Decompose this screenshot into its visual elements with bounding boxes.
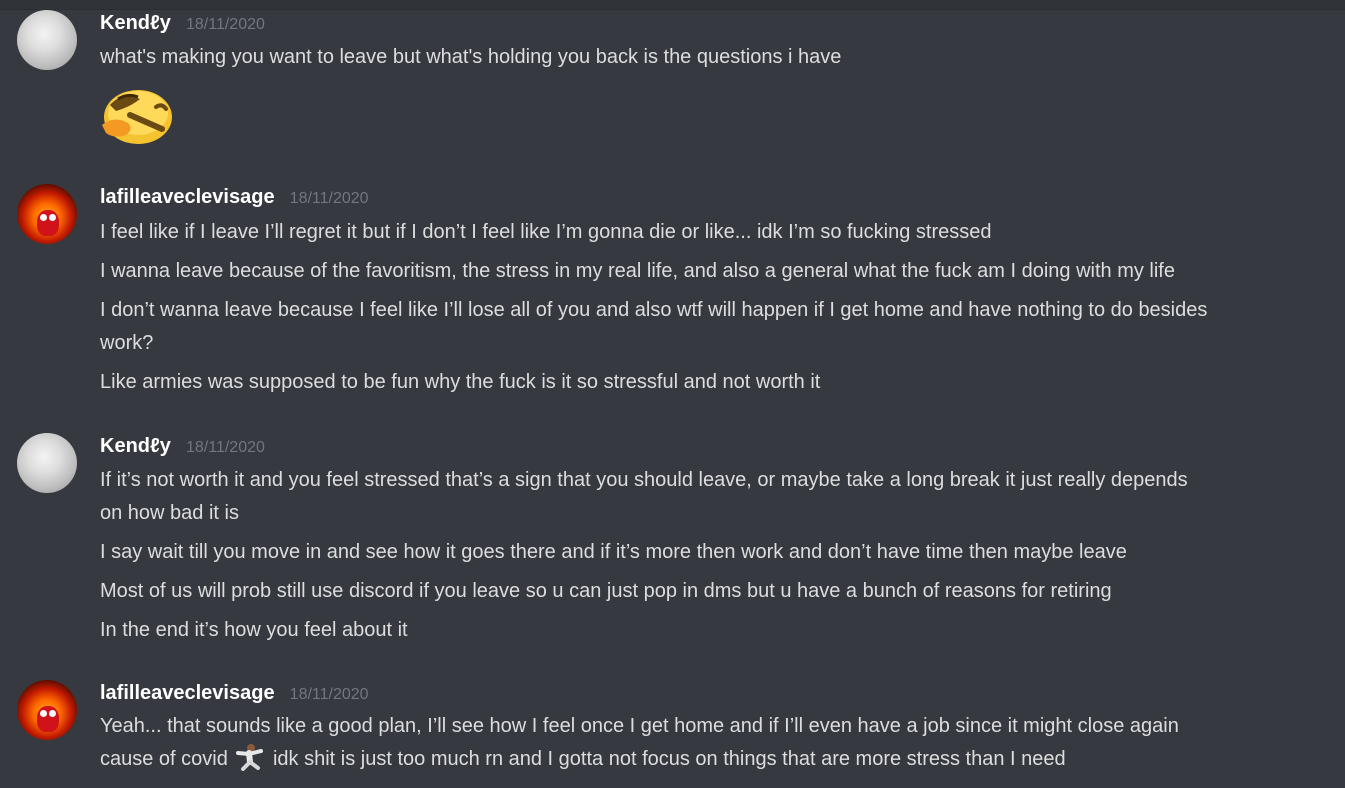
message-text: idk shit is just too much rn and I gotta… <box>272 748 1066 770</box>
avatar[interactable] <box>17 184 77 244</box>
message-text: on how bad it is <box>100 502 239 524</box>
timestamp: 18/11/2020 <box>289 190 369 207</box>
message-text: work? <box>100 332 154 354</box>
message-header: Kendℓy 18/11/2020 <box>100 12 265 38</box>
username[interactable]: lafilleaveclevisage <box>100 186 275 208</box>
message-text: I feel like if I leave I’ll regret it bu… <box>100 221 992 243</box>
timestamp: 18/11/2020 <box>186 439 265 456</box>
timestamp: 18/11/2020 <box>289 686 369 703</box>
username[interactable]: Kendℓy <box>100 12 171 34</box>
message-text: I don’t wanna leave because I feel like … <box>100 299 1208 321</box>
message-text: Most of us will prob still use discord i… <box>100 580 1112 602</box>
thinking-face-emoji-icon[interactable] <box>100 85 174 145</box>
message-text: I wanna leave because of the favoritism,… <box>100 260 1175 282</box>
username[interactable]: lafilleaveclevisage <box>100 682 275 704</box>
message-text: cause of covid <box>100 748 228 770</box>
message-text: I say wait till you move in and see how … <box>100 541 1127 563</box>
timestamp: 18/11/2020 <box>186 16 265 33</box>
message-text: Yeah... that sounds like a good plan, I’… <box>100 715 1179 737</box>
avatar[interactable] <box>17 433 77 493</box>
message-header: Kendℓy 18/11/2020 <box>100 435 265 461</box>
chat-message-list: Kendℓy 18/11/2020 what's making you want… <box>0 0 1345 788</box>
message-header: lafilleaveclevisage 18/11/2020 <box>100 682 369 708</box>
message-text: Like armies was supposed to be fun why t… <box>100 371 821 393</box>
message-text: If it’s not worth it and you feel stress… <box>100 469 1188 491</box>
message-header: lafilleaveclevisage 18/11/2020 <box>100 186 369 212</box>
avatar[interactable] <box>17 10 77 70</box>
username[interactable]: Kendℓy <box>100 435 171 457</box>
top-divider <box>0 0 1345 10</box>
message-text: what's making you want to leave but what… <box>100 46 842 68</box>
message-text-with-emoji: cause of covid idk shit is just too much… <box>100 743 1340 776</box>
avatar[interactable] <box>17 680 77 740</box>
dancing-man-emoji-icon[interactable] <box>235 743 265 771</box>
message-text: In the end it’s how you feel about it <box>100 619 408 641</box>
